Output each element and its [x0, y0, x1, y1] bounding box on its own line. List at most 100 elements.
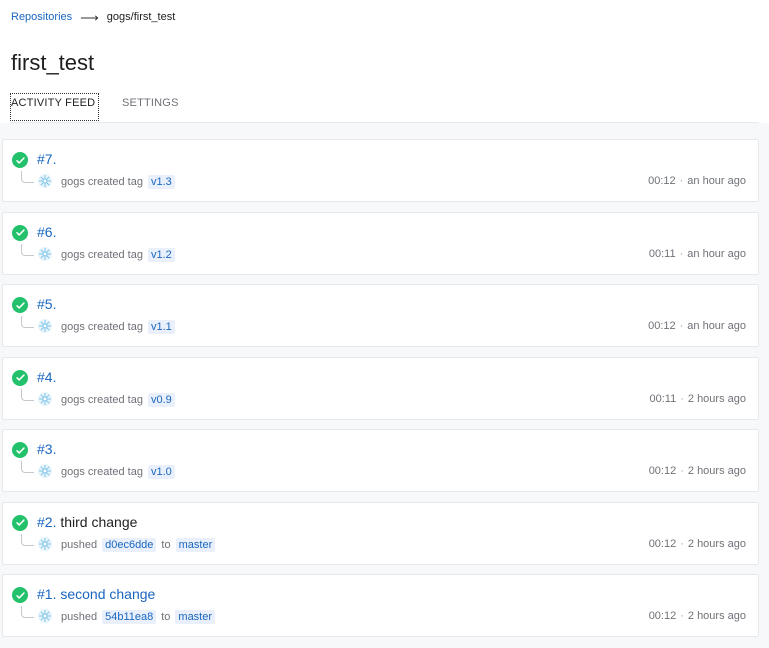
build-author: gogs [61, 393, 85, 406]
tree-branch-line [21, 316, 34, 328]
tab-bar: ACTIVITY FEED SETTINGS [10, 93, 179, 121]
commit-message: third change [60, 513, 138, 530]
build-title[interactable]: #6. [37, 224, 56, 240]
build-card[interactable]: #3. gogs created tag v1.0 00:12 · 2 hours ago [2, 429, 759, 492]
ref-chip[interactable]: v1.3 [147, 175, 175, 189]
breadcrumb-current: gogs/first_test [106, 11, 176, 23]
build-number: #7. [37, 151, 57, 167]
build-clock: 00:12 [648, 175, 676, 187]
build-time: 00:12 · 2 hours ago [649, 465, 746, 477]
build-details: gogs created tag v0.9 [61, 392, 175, 407]
build-action: created tag [87, 321, 143, 333]
tree-branch-line [21, 606, 34, 618]
build-action: created tag [87, 176, 143, 188]
build-card[interactable]: #1. second change pushed 54b11ea8 to master 0… [2, 574, 759, 637]
build-time: 00:11 · an hour ago [649, 248, 746, 260]
build-time: 00:12 · 2 hours ago [649, 610, 746, 622]
ref-chip[interactable]: v1.2 [147, 247, 175, 262]
tree-branch-line [21, 533, 34, 546]
avatar [37, 246, 53, 262]
page-title: first_test [11, 50, 95, 75]
build-list: #7. gogs created tag v1.3 00:12 · an hour ago… [2, 139, 759, 647]
build-relative-time: 2 hours ago [687, 392, 746, 405]
build-card[interactable]: #4. gogs created tag v0.9 00:11 · 2 hours ago [2, 356, 759, 420]
build-number: #4. [37, 368, 57, 385]
to-label: to [161, 538, 171, 551]
build-details: gogs created tag v1.1 [61, 320, 175, 334]
build-title[interactable]: #3. [37, 441, 56, 457]
avatar [37, 391, 53, 407]
avatar [37, 608, 53, 624]
separator-dot: · [679, 247, 684, 260]
separator-dot: · [680, 537, 684, 550]
build-action: pushed [61, 611, 98, 623]
ref-chip[interactable]: 54b11ea8 [102, 610, 157, 624]
build-number: #6. [37, 223, 57, 240]
build-relative-time: 2 hours ago [687, 465, 746, 477]
build-title[interactable]: #4. [37, 369, 56, 385]
build-number: #5. [37, 296, 57, 312]
build-card[interactable]: #2. third change pushed d0ec6dde to master 00… [2, 501, 759, 565]
build-card[interactable]: #6. gogs created tag v1.2 00:11 · an hour ago [2, 211, 759, 275]
build-details: gogs created tag v1.2 [61, 247, 175, 262]
success-check-icon [12, 514, 28, 531]
build-card[interactable]: #5. gogs created tag v1.1 00:12 · an hour ago [2, 284, 759, 347]
divider [10, 122, 759, 123]
avatar [37, 318, 53, 334]
branch-chip[interactable]: master [175, 610, 216, 624]
build-action: created tag [87, 248, 143, 261]
build-time: 00:12 · an hour ago [648, 175, 746, 187]
build-action: pushed [61, 538, 98, 551]
separator-dot: · [680, 465, 684, 477]
ref-chip[interactable]: v1.1 [147, 320, 175, 334]
build-relative-time: 2 hours ago [687, 537, 746, 550]
build-action: created tag [87, 466, 143, 478]
breadcrumb: Repositories ⟶ gogs/first_test [11, 9, 176, 25]
build-card[interactable]: #7. gogs created tag v1.3 00:12 · an hour ago [2, 139, 759, 202]
success-check-icon [12, 442, 28, 458]
ref-chip[interactable]: d0ec6dde [102, 537, 157, 552]
separator-dot: · [680, 392, 684, 405]
success-check-icon [12, 297, 28, 313]
build-relative-time: an hour ago [687, 175, 746, 187]
build-details: pushed 54b11ea8 to master [61, 610, 216, 624]
build-title[interactable]: #2. third change [37, 514, 137, 530]
separator-dot: · [679, 320, 684, 332]
ref-chip[interactable]: v1.0 [147, 465, 175, 479]
to-label: to [161, 611, 171, 623]
build-clock: 00:12 [648, 610, 677, 622]
tree-branch-line [21, 388, 34, 401]
ref-chip[interactable]: v0.9 [147, 392, 175, 407]
tab-settings[interactable]: SETTINGS [121, 93, 179, 121]
breadcrumb-repositories-link[interactable]: Repositories [11, 11, 72, 23]
build-relative-time: an hour ago [687, 320, 746, 332]
build-title[interactable]: #7. [37, 151, 56, 167]
build-clock: 00:12 [648, 320, 676, 332]
branch-chip[interactable]: master [175, 537, 216, 552]
build-relative-time: an hour ago [687, 247, 746, 260]
build-details: gogs created tag v1.3 [61, 175, 175, 189]
build-author: gogs [61, 248, 85, 261]
build-clock: 00:11 [648, 247, 676, 260]
build-relative-time: 2 hours ago [687, 610, 746, 622]
tab-activity-feed[interactable]: ACTIVITY FEED [10, 93, 99, 121]
success-check-icon [12, 369, 28, 386]
build-number: #1. [37, 586, 57, 602]
build-time: 00:11 · 2 hours ago [650, 393, 747, 405]
build-number: #3. [37, 441, 57, 457]
arrow-right-icon: ⟶ [80, 9, 99, 25]
build-title[interactable]: #5. [37, 296, 56, 312]
build-title[interactable]: #1. second change [37, 586, 155, 602]
build-clock: 00:12 [648, 465, 677, 477]
avatar [37, 173, 53, 189]
tree-branch-line [21, 461, 34, 473]
tree-branch-line [21, 171, 34, 183]
header: Repositories ⟶ gogs/first_test first_tes… [0, 0, 769, 123]
avatar [37, 536, 53, 552]
build-time: 00:12 · an hour ago [648, 320, 746, 332]
build-clock: 00:12 [648, 537, 677, 550]
avatar [37, 463, 53, 479]
separator-dot: · [680, 610, 684, 622]
success-check-icon [12, 152, 28, 168]
build-time: 00:12 · 2 hours ago [649, 538, 746, 550]
